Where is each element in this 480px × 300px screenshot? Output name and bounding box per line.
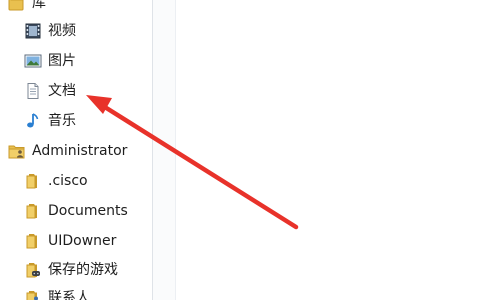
nav-item-label: 库 xyxy=(32,0,46,11)
nav-item-cisco[interactable]: .cisco xyxy=(24,168,88,194)
nav-item-label: 音乐 xyxy=(48,113,76,129)
nav-item-administrator[interactable]: Administrator xyxy=(8,138,127,164)
video-library-icon xyxy=(24,22,42,40)
picture-library-icon xyxy=(24,52,42,70)
explorer-window: 库 视频 图片 文档 音乐 Administrator .cisco Docum… xyxy=(0,0,480,300)
nav-item-label: Administrator xyxy=(32,143,128,159)
navigation-pane: 库 视频 图片 文档 音乐 Administrator .cisco Docum… xyxy=(0,0,152,300)
nav-item-saved-games[interactable]: 保存的游戏 xyxy=(24,257,118,283)
nav-item-label: 视频 xyxy=(48,23,76,39)
saved-games-icon xyxy=(24,261,42,279)
nav-item-label: 文档 xyxy=(48,83,76,99)
pane-splitter[interactable] xyxy=(153,0,176,300)
content-pane[interactable] xyxy=(176,0,480,300)
nav-item-label: 保存的游戏 xyxy=(48,262,118,278)
nav-item-documents[interactable]: 文档 xyxy=(24,78,76,104)
user-folder-icon xyxy=(8,142,26,160)
nav-item-uidowner[interactable]: UIDowner xyxy=(24,228,116,254)
nav-item-music[interactable]: 音乐 xyxy=(24,108,76,134)
document-library-icon xyxy=(24,82,42,100)
library-icon xyxy=(8,0,26,12)
nav-item-library[interactable]: 库 xyxy=(8,0,46,16)
nav-item-pictures[interactable]: 图片 xyxy=(24,48,76,74)
folder-icon xyxy=(24,232,42,250)
nav-item-videos[interactable]: 视频 xyxy=(24,18,76,44)
nav-item-label: 图片 xyxy=(48,53,76,69)
contacts-icon xyxy=(24,289,42,300)
nav-item-label: .cisco xyxy=(48,173,88,189)
nav-item-documents-folder[interactable]: Documents xyxy=(24,198,128,224)
nav-item-contacts[interactable]: 联系人 xyxy=(24,285,90,300)
folder-icon xyxy=(24,202,42,220)
nav-item-label: UIDowner xyxy=(48,233,117,249)
nav-item-label: Documents xyxy=(48,203,128,219)
folder-icon xyxy=(24,172,42,190)
nav-item-label: 联系人 xyxy=(48,290,90,300)
music-library-icon xyxy=(24,112,42,130)
